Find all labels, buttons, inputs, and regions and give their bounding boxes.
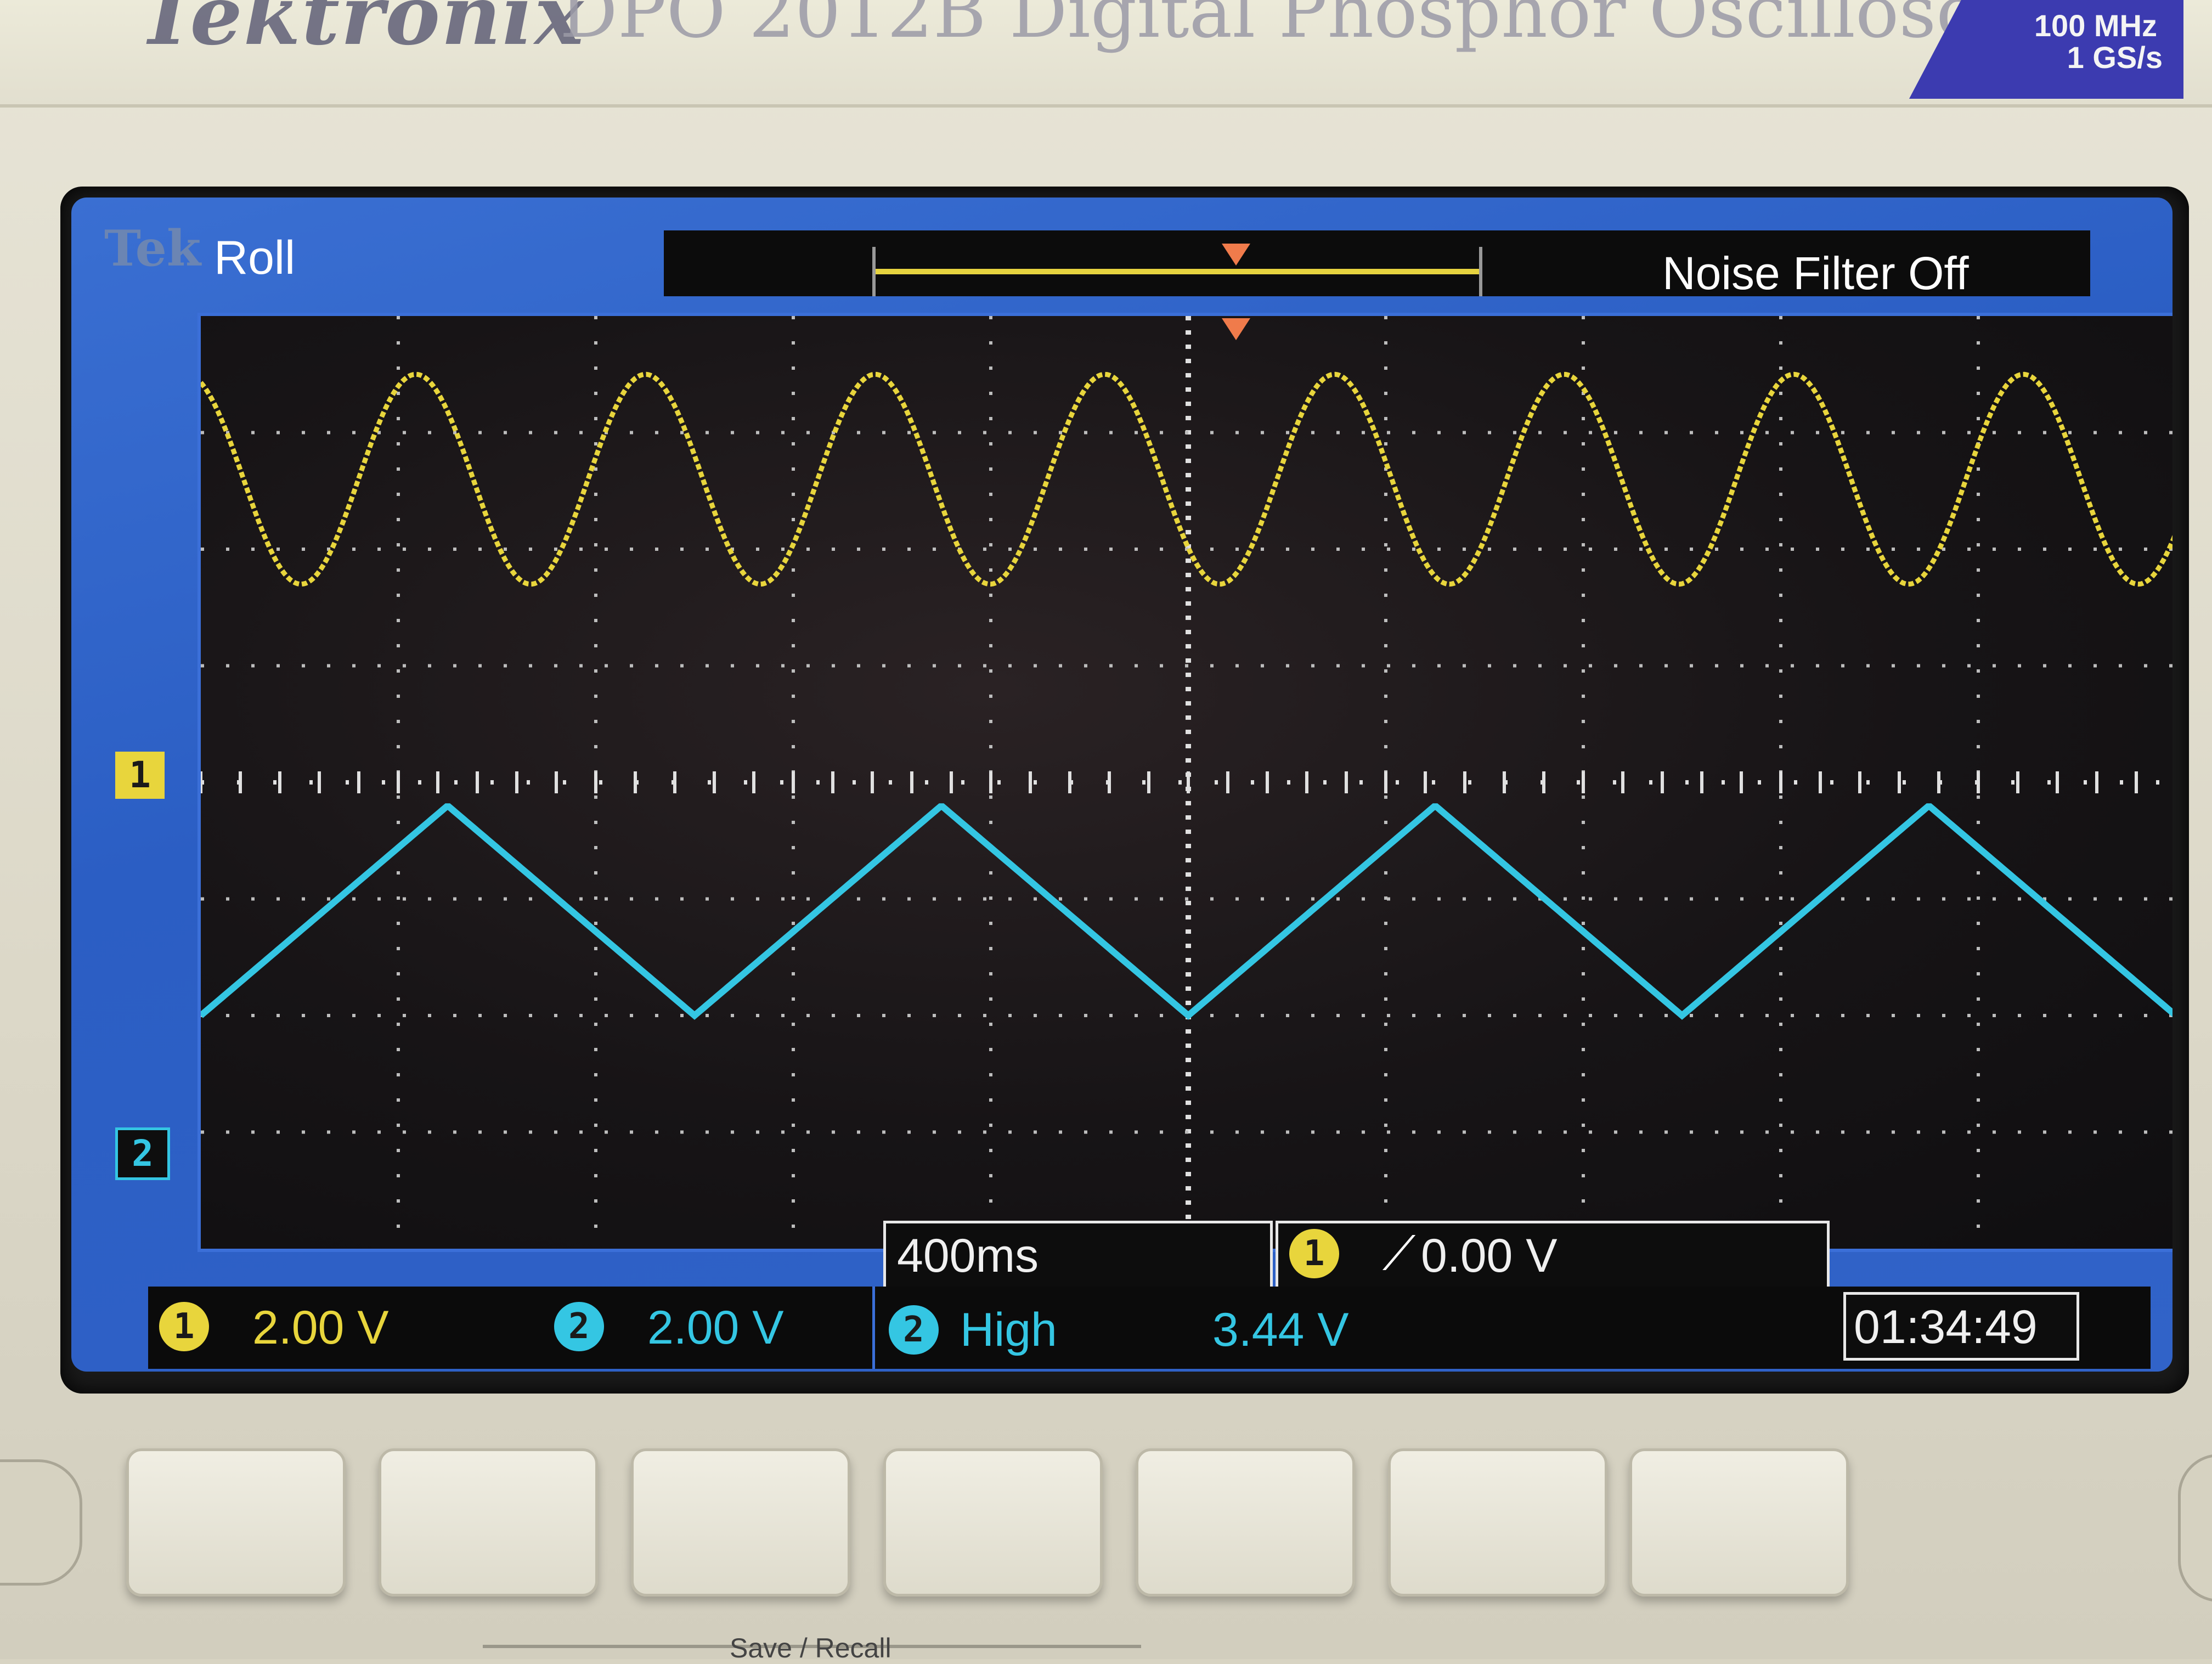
trigger-source-chip: 1 — [1289, 1229, 1339, 1278]
tek-logo: Tek — [104, 219, 201, 278]
timestamp-value: 01:34:49 — [1854, 1301, 2038, 1353]
channel-2-marker-label: 2 — [115, 1127, 170, 1180]
spec-sample-rate: 1 GS/s — [2067, 40, 2163, 75]
menu-button[interactable] — [2178, 1454, 2212, 1602]
channel-2-trace — [201, 803, 2172, 1020]
timebase-value: 400ms — [897, 1229, 1039, 1282]
channel-2-chip[interactable]: 2 — [554, 1302, 604, 1351]
graticule-grid — [201, 316, 2172, 1249]
waveform-plot — [201, 316, 2172, 1249]
timestamp-readout: 01:34:49 — [1843, 1292, 2079, 1361]
trigger-position-icon — [1222, 318, 1250, 340]
spec-bandwidth: 100 MHz — [2034, 8, 2157, 43]
channel-1-chip[interactable]: 1 — [159, 1302, 209, 1351]
bezel-button-4[interactable] — [883, 1448, 1103, 1597]
oscilloscope-bezel: Tektronix DPO 2012B Digital Phosphor Osc… — [0, 0, 2212, 1663]
measurement-source-chip: 2 — [889, 1305, 939, 1355]
measurement-name: High — [960, 1304, 1057, 1356]
bezel-button-1[interactable] — [126, 1448, 346, 1597]
record-view-window — [872, 247, 1482, 296]
rising-edge-icon: ⟋ — [1383, 1227, 1416, 1280]
trigger-position-top-icon — [1222, 244, 1250, 266]
record-length-line — [876, 269, 1479, 274]
bezel-button-7[interactable] — [1629, 1448, 1849, 1597]
readout-divider — [872, 1287, 875, 1369]
bezel-button-2[interactable] — [379, 1448, 598, 1597]
header-strip: Tektronix DPO 2012B Digital Phosphor Osc… — [0, 0, 2212, 108]
bezel-button-5[interactable] — [1136, 1448, 1355, 1597]
channel-2-scale: 2.00 V — [647, 1301, 784, 1354]
channel-1-marker-label: 1 — [115, 752, 165, 799]
waveform-graticule — [198, 313, 2172, 1252]
bezel-button-3[interactable] — [631, 1448, 850, 1597]
timebase-readout: 400ms — [883, 1221, 1273, 1289]
save-recall-label: Save / Recall — [730, 1633, 891, 1663]
trigger-readout: 1 ⟋ 0.00 V — [1276, 1221, 1830, 1289]
brand-name: Tektronix — [137, 0, 585, 64]
noise-filter-status: Noise Filter Off — [1662, 247, 1969, 299]
trigger-level-value: 0.00 V — [1421, 1229, 1558, 1282]
model-name: DPO 2012B Digital Phosphor Oscilloscope — [560, 0, 2110, 54]
scope-screen: Tek Roll Noise Filter Off 1 2 400ms 1 ⟋ — [71, 198, 2172, 1372]
acquisition-mode: Roll — [214, 232, 296, 284]
channel-1-scale: 2.00 V — [252, 1301, 389, 1354]
measurement-value: 3.44 V — [1212, 1304, 1349, 1356]
bezel-button-6[interactable] — [1388, 1448, 1607, 1597]
print-button[interactable] — [0, 1459, 82, 1586]
